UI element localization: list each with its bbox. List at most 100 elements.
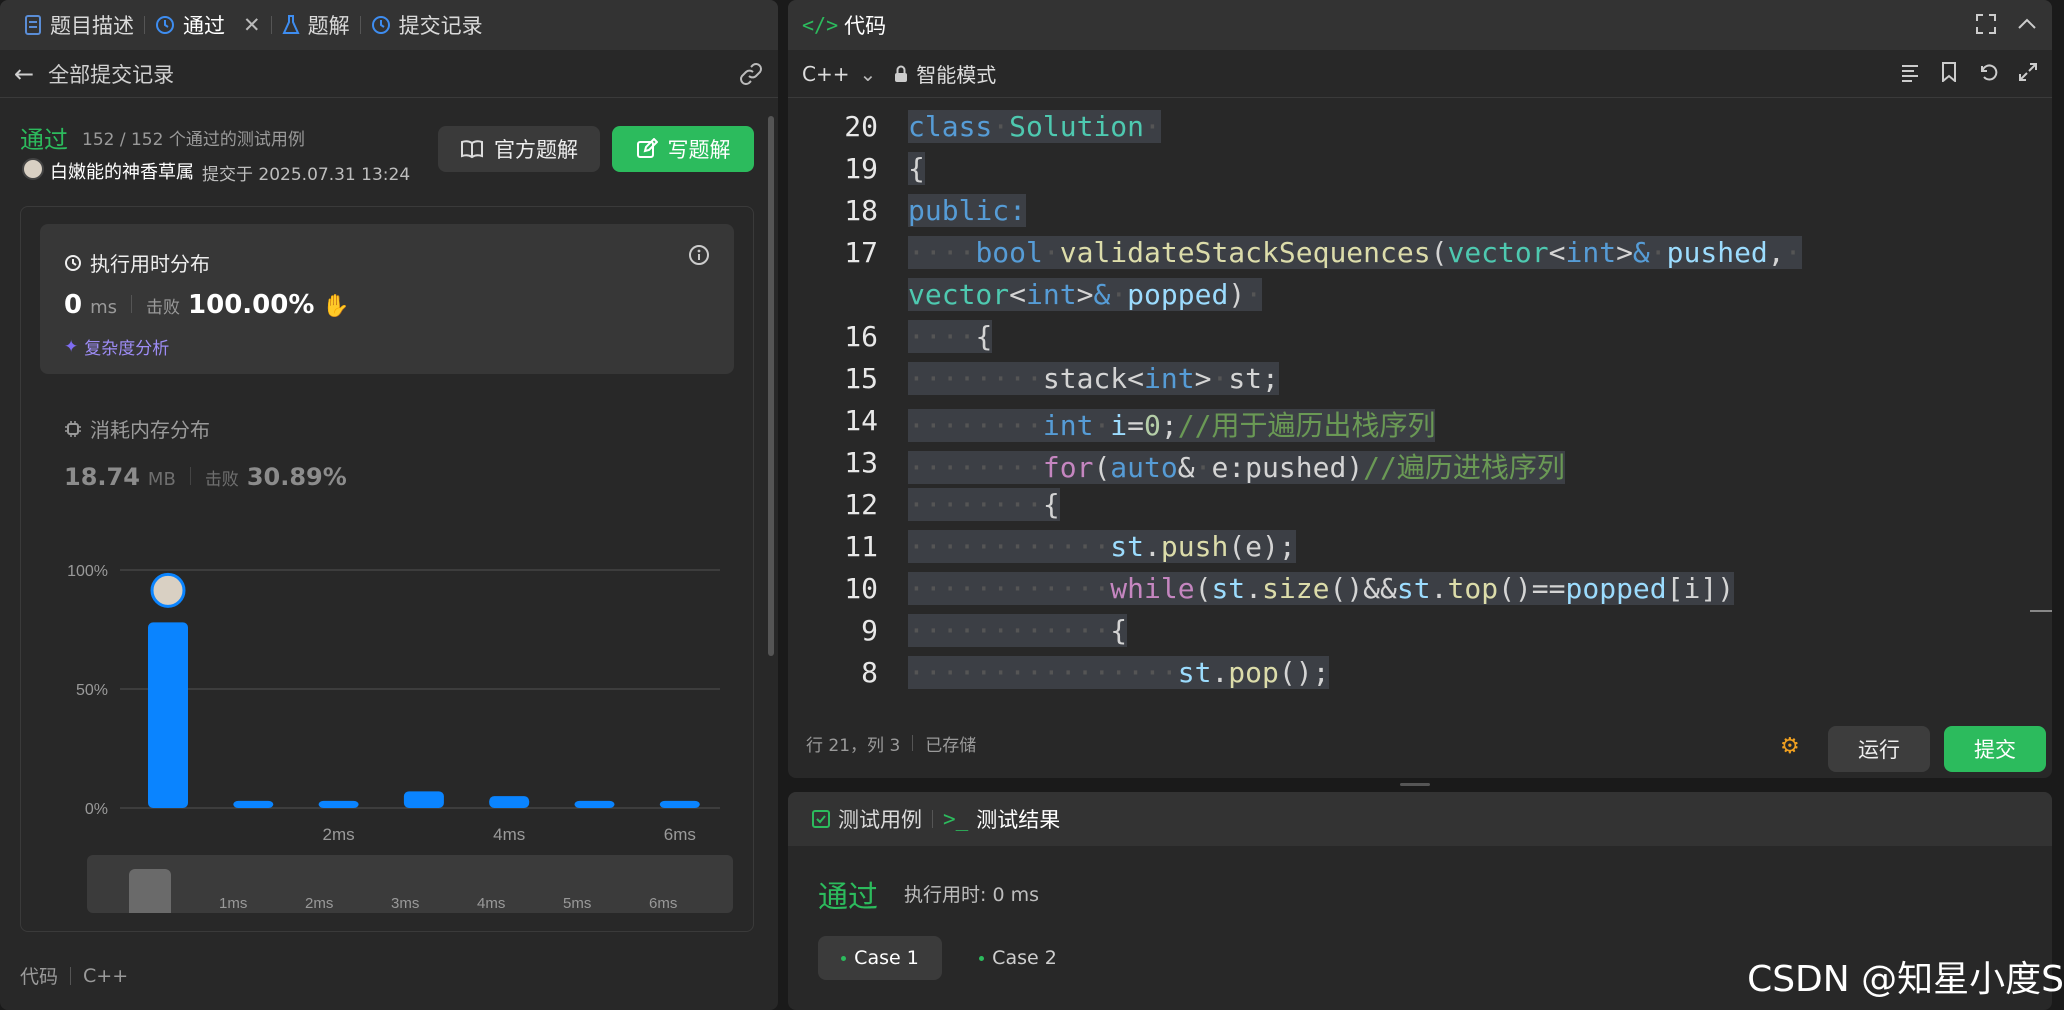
line-number: 16 bbox=[844, 320, 878, 353]
bookmark-icon[interactable] bbox=[1940, 62, 1958, 82]
run-button[interactable]: 运行 bbox=[1828, 726, 1930, 772]
range-slider[interactable]: 1ms 2ms 3ms 4ms 5ms 6ms bbox=[87, 855, 733, 913]
reset-icon[interactable] bbox=[1978, 62, 1998, 82]
bar-4ms[interactable] bbox=[489, 796, 530, 808]
y-tick-label: 50% bbox=[76, 682, 108, 699]
x-tick-label: 6ms bbox=[664, 825, 696, 844]
clock-icon bbox=[64, 254, 82, 272]
tab-label: 测试结果 bbox=[976, 808, 1061, 832]
runtime-unit: ms bbox=[90, 297, 118, 318]
case-1-tab[interactable]: Case 1 bbox=[818, 936, 942, 980]
tab-testcases[interactable]: 测试用例 bbox=[802, 792, 932, 846]
bar-6ms[interactable] bbox=[659, 800, 700, 808]
clap-icon: ✋ bbox=[322, 294, 350, 319]
bar-2ms[interactable] bbox=[318, 800, 359, 808]
language-select[interactable]: C++ bbox=[802, 62, 849, 86]
panel-resize-handle[interactable] bbox=[1400, 783, 1430, 786]
bar-0ms[interactable] bbox=[148, 622, 188, 808]
code-line[interactable]: ····bool·validateStackSequences(vector<i… bbox=[908, 236, 1802, 269]
code-line[interactable]: ········stack<int>·st; bbox=[908, 362, 1279, 395]
code-line[interactable]: public: bbox=[908, 194, 1027, 227]
official-solution-label: 官方题解 bbox=[494, 138, 578, 162]
case-label: Case 2 bbox=[992, 947, 1057, 969]
debug-icon[interactable]: ⚙ bbox=[1780, 734, 1800, 759]
tab-label: 题解 bbox=[307, 14, 350, 38]
stat-divider bbox=[189, 467, 191, 485]
code-line[interactable]: ············{ bbox=[908, 614, 1128, 647]
mode-label[interactable]: 智能模式 bbox=[916, 59, 996, 88]
tab-accepted[interactable]: 通过 ✕ bbox=[145, 0, 271, 50]
tab-label: 题目描述 bbox=[50, 14, 134, 38]
back-arrow-icon[interactable]: ← bbox=[14, 60, 34, 88]
case-2-tab[interactable]: Case 2 bbox=[956, 936, 1080, 980]
lock-icon bbox=[894, 65, 908, 83]
line-number: 18 bbox=[844, 194, 878, 227]
share-link-icon[interactable] bbox=[738, 62, 764, 86]
code-line[interactable]: ············st.push(e); bbox=[908, 530, 1296, 563]
tab-results[interactable]: >_ 测试结果 bbox=[933, 792, 1070, 846]
code-line[interactable]: ········{ bbox=[908, 488, 1060, 521]
stat-divider bbox=[70, 966, 72, 985]
submit-time: 提交于 2025.07.31 13:24 bbox=[202, 165, 411, 185]
editor-header: </> 代码 bbox=[788, 0, 2052, 50]
document-icon bbox=[24, 15, 42, 35]
bar-1ms[interactable] bbox=[233, 800, 274, 808]
mini-tick-label: 2ms bbox=[305, 895, 334, 912]
tab-submissions[interactable]: 提交记录 bbox=[361, 0, 493, 50]
back-link[interactable]: 全部提交记录 bbox=[48, 59, 174, 89]
editor-scroll-marker bbox=[2030, 610, 2052, 612]
line-number: 15 bbox=[844, 362, 878, 395]
info-icon[interactable] bbox=[688, 244, 710, 266]
submission-panel: 题目描述 通过 ✕ 题解 提交记录 ← 全部提交记录 通过 152 / 152 … bbox=[0, 0, 778, 1010]
username[interactable]: 白嫩能的神香草属 bbox=[50, 158, 194, 184]
bar-5ms[interactable] bbox=[574, 800, 615, 808]
scrollbar[interactable] bbox=[768, 116, 774, 656]
x-tick-label: 4ms bbox=[493, 825, 525, 844]
code-line[interactable]: ········for(auto&·e:pushed)//遍历进栈序列 bbox=[908, 446, 1565, 486]
official-solution-button[interactable]: 官方题解 bbox=[438, 126, 600, 172]
code-label: 代码 bbox=[20, 966, 59, 988]
format-icon[interactable] bbox=[1900, 62, 1920, 82]
code-line[interactable]: ············while(st.size()&&st.top()==p… bbox=[908, 572, 1735, 605]
complexity-analysis-link[interactable]: ✦ 复杂度分析 bbox=[64, 334, 169, 360]
runtime-title: 执行用时分布 bbox=[90, 252, 210, 276]
mini-tick-label: 3ms bbox=[391, 895, 420, 912]
close-icon[interactable]: ✕ bbox=[243, 13, 261, 37]
write-solution-button[interactable]: 写题解 bbox=[612, 126, 754, 172]
checkbox-icon bbox=[812, 810, 830, 828]
chevron-down-icon[interactable]: ⌄ bbox=[859, 62, 876, 86]
code-line[interactable]: ········int·i=0;//用于遍历出栈序列 bbox=[908, 404, 1436, 444]
memory-section[interactable]: 消耗内存分布 18.74 MB 击败 30.89% bbox=[64, 414, 347, 491]
y-tick-label: 0% bbox=[85, 801, 108, 818]
code-line[interactable]: { bbox=[908, 152, 925, 185]
code-line[interactable]: vector<int>&·popped)· bbox=[908, 278, 1263, 311]
mini-tick-label: 6ms bbox=[649, 895, 678, 912]
code-line[interactable]: ····{ bbox=[908, 320, 993, 353]
code-line[interactable]: ················st.pop(); bbox=[908, 656, 1330, 689]
line-number: 14 bbox=[844, 404, 878, 437]
case-label: Case 1 bbox=[854, 947, 919, 969]
collapse-icon[interactable] bbox=[2016, 14, 2038, 34]
fullscreen-icon[interactable] bbox=[1976, 14, 1996, 34]
memory-unit: MB bbox=[147, 469, 176, 490]
code-lang-row: 代码 C++ bbox=[20, 962, 128, 989]
memory-beat: 30.89% bbox=[246, 463, 347, 491]
editor-title: 代码 bbox=[844, 14, 887, 38]
bar-3ms[interactable] bbox=[403, 791, 444, 808]
tab-description[interactable]: 题目描述 bbox=[14, 0, 144, 50]
flask-icon bbox=[282, 15, 300, 35]
submit-label: 提交 bbox=[1974, 738, 2016, 762]
code-editor[interactable]: 20 class·Solution· 19 {18 public: 17 ····bool·… bbox=[788, 98, 2052, 708]
user-avatar-marker bbox=[150, 572, 186, 608]
history-icon bbox=[155, 15, 175, 35]
runtime-card[interactable]: 执行用时分布 0 ms 击败 100.00% ✋ ✦ 复杂度分析 bbox=[40, 224, 734, 374]
expand-icon[interactable] bbox=[2018, 62, 2038, 82]
result-status: 通过 bbox=[818, 880, 878, 915]
code-line[interactable]: class·Solution· bbox=[908, 110, 1161, 143]
submit-button[interactable]: 提交 bbox=[1944, 726, 2046, 772]
tab-solutions[interactable]: 题解 bbox=[272, 0, 360, 50]
cursor-position: 行 21，列 3 bbox=[806, 735, 901, 756]
slider-handle[interactable] bbox=[129, 869, 171, 913]
line-number: 12 bbox=[844, 488, 878, 521]
y-tick-label: 100% bbox=[67, 563, 108, 580]
